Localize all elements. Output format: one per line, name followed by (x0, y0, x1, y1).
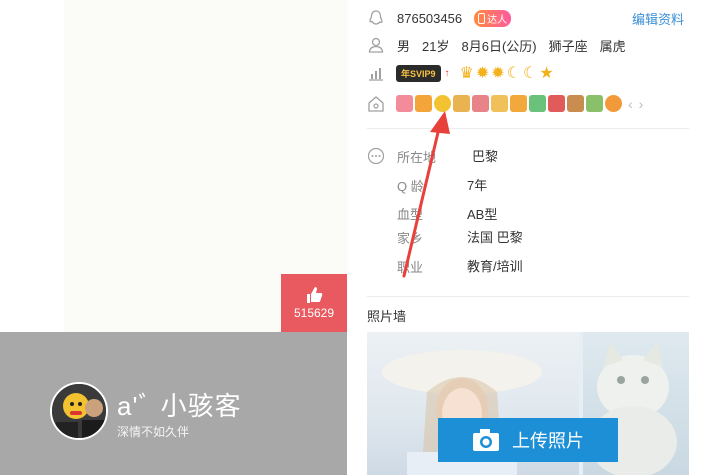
occupation-label: 职业 (397, 260, 424, 275)
chevron-right-icon[interactable]: › (639, 96, 644, 112)
qq-number: 876503456 (397, 10, 463, 26)
upload-photo-button[interactable]: 上传照片 (438, 418, 618, 462)
paw-icon[interactable] (453, 95, 470, 112)
svip-label: 年SVIP9 (401, 68, 436, 79)
location-label: 所在地 (397, 150, 437, 165)
moon-icon: ☾ (506, 65, 522, 82)
blood-type-label: 血型 (397, 207, 424, 222)
box-icon[interactable] (567, 95, 584, 112)
moon-icon: ☾ (523, 65, 538, 82)
camera-icon (473, 429, 499, 451)
talent-label: 达人 (487, 14, 508, 26)
qq-penguin-icon[interactable] (434, 95, 451, 112)
blood-type-value: AB型 (467, 207, 498, 222)
phone-icon (478, 12, 486, 24)
scroll-icon[interactable] (491, 95, 508, 112)
service-icons: ‹ › (396, 95, 643, 112)
level-up-icon: ↑ (444, 67, 450, 79)
talent-badge[interactable]: 达人 (474, 9, 512, 27)
house-icon (368, 96, 384, 112)
location-value: 巴黎 (472, 149, 499, 164)
sun-icon: ✹ (475, 65, 490, 82)
age: 21岁 (422, 38, 450, 54)
gem-icon[interactable] (472, 95, 489, 112)
gender: 男 (397, 38, 411, 54)
diamond-icon[interactable] (529, 95, 546, 112)
divider (367, 128, 689, 129)
chevron-left-icon[interactable]: ‹ (628, 96, 633, 112)
qage-label: Q 龄 (397, 179, 424, 194)
zodiac: 狮子座 (548, 38, 588, 54)
bell-icon[interactable] (415, 95, 432, 112)
birthday: 8月6日(公历) (461, 38, 537, 54)
occupation-value: 教育/培训 (467, 259, 523, 274)
music-icon[interactable] (605, 95, 622, 112)
hometown-label: 家乡 (397, 231, 424, 246)
penguin-icon (369, 10, 383, 25)
level-chart-icon (369, 68, 383, 81)
chinese-zodiac: 属虎 (599, 38, 626, 54)
heart-icon[interactable] (396, 95, 413, 112)
basic-info-row: 男 21岁 8月6日(公历) 狮子座 属虎 (397, 34, 638, 56)
divider (367, 296, 689, 297)
gift-icon[interactable] (586, 95, 603, 112)
photo-wall-title: 照片墙 (367, 309, 407, 324)
level-badges: 年SVIP9 ↑ ♛ ✹ ✹ ☾ ☾ ★ (396, 63, 554, 83)
crown-icon: ♛ (459, 65, 474, 82)
sun-icon: ✹ (491, 65, 505, 82)
like-count: 515629 (293, 306, 335, 320)
qage-value: 7年 (467, 178, 488, 193)
edit-profile-link[interactable]: 编辑资料 (632, 9, 684, 28)
qq-row: 876503456 达人 (397, 7, 512, 29)
like-button[interactable]: 515629 (281, 274, 347, 332)
thumbs-up-icon (307, 287, 323, 303)
nickname: a'ﾞ 小骇客 (117, 391, 242, 421)
hometown-value: 法国 巴黎 (467, 230, 523, 245)
ruby-icon[interactable] (548, 95, 565, 112)
more-icon[interactable] (367, 147, 385, 165)
book-icon[interactable] (510, 95, 527, 112)
upload-label: 上传照片 (512, 431, 584, 451)
cover-panel: 515629 a'ﾞ 小骇客 深情不如久伴 (0, 0, 347, 475)
star-icon: ★ (539, 65, 554, 82)
avatar[interactable] (50, 382, 108, 440)
svip-badge[interactable]: 年SVIP9 (396, 64, 441, 82)
signature: 深情不如久伴 (117, 425, 190, 439)
person-icon (368, 37, 384, 53)
